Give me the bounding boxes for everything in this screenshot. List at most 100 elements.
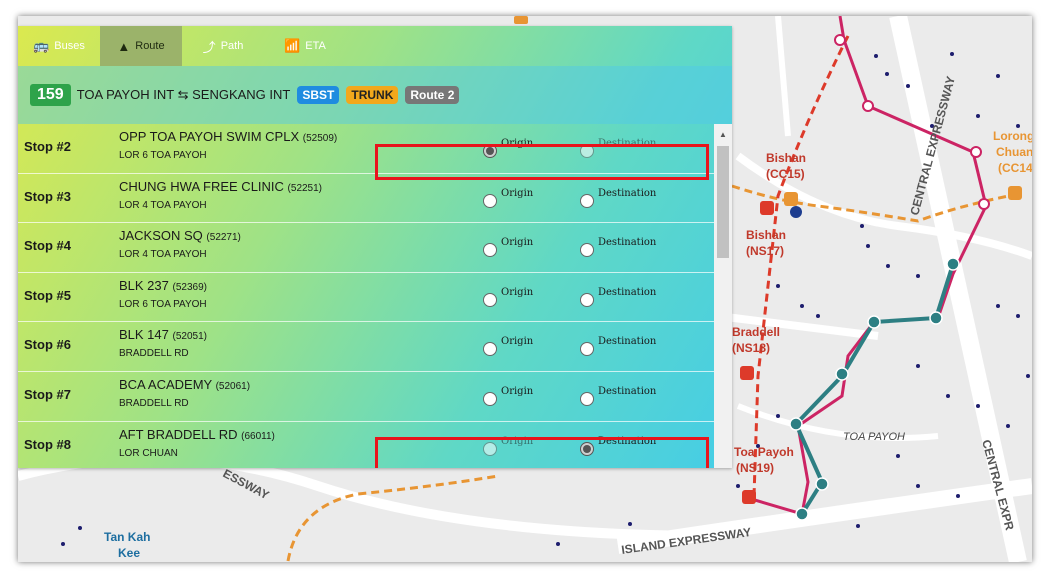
destination-radio[interactable] [580, 144, 594, 158]
origin-radio[interactable] [483, 441, 497, 456]
stop-code: (52051) [172, 331, 207, 343]
origin-label: Origin [501, 336, 534, 348]
stop-code: (52271) [206, 232, 241, 244]
destination-radio[interactable] [580, 391, 594, 406]
svg-text:Lorong: Lorong [993, 129, 1032, 143]
stop-row: Stop #7 BCA ACADEMY (52061) BRADDELL RD Ori… [18, 372, 714, 422]
destination-radio[interactable] [580, 292, 594, 307]
svg-text:Braddell: Braddell [732, 325, 780, 339]
origin-label: Origin [501, 286, 534, 298]
svg-text:Tan Kah: Tan Kah [104, 530, 150, 544]
destination-radio[interactable] [580, 243, 594, 258]
tab-eta[interactable]: 📶 ETA [264, 26, 346, 66]
svg-text:(CC14): (CC14) [998, 161, 1032, 175]
svg-text:(NS18): (NS18) [732, 341, 770, 355]
stop-code: (52061) [215, 380, 251, 392]
tab-path[interactable]: ⤴ Path [182, 26, 264, 66]
stop-road: BRADDELL RD [119, 397, 189, 409]
stop-name: CHUNG HWA FREE CLINIC (52251) [119, 179, 322, 194]
stop-name-text: OPP TOA PAYOH SWIM CPLX [119, 129, 300, 144]
svg-text:Chuan: Chuan [996, 145, 1032, 159]
stop-name-text: BLK 147 [119, 327, 169, 343]
stop-code: (52251) [287, 182, 323, 194]
destination-option[interactable]: Destination [580, 188, 656, 208]
destination-radio[interactable] [580, 441, 594, 456]
stop-number: Stop #2 [24, 139, 71, 154]
tab-label: Route [135, 40, 165, 52]
stop-number: Stop #4 [24, 238, 71, 254]
stop-name: OPP TOA PAYOH SWIM CPLX (52509) [119, 129, 337, 144]
svg-text:TOA PAYOH: TOA PAYOH [843, 431, 905, 443]
tab-route[interactable]: ▲ Route [100, 26, 182, 66]
road-icon: ▲ [117, 38, 131, 54]
service-number: 159 [30, 84, 71, 106]
signal-icon: 📶 [284, 38, 301, 53]
stop-name: BLK 147 (52051) [119, 327, 207, 342]
stop-name-text: BCA ACADEMY [119, 376, 212, 392]
scrollbar-thumb[interactable] [717, 146, 729, 258]
stop-code: (66011) [241, 430, 275, 442]
origin-label: Origin [501, 237, 534, 249]
origin-label: Origin [501, 187, 534, 199]
origin-radio[interactable] [483, 144, 497, 158]
destination-option[interactable]: Destination [580, 436, 656, 456]
direction-badge: Route 2 [405, 86, 460, 104]
origin-label: Origin [501, 138, 534, 149]
origin-option[interactable]: Origin [483, 386, 533, 406]
destination-label: Destination [598, 435, 657, 447]
svg-text:Bishan: Bishan [766, 151, 806, 165]
scrollbar[interactable]: ▲ [714, 124, 732, 468]
scroll-up-icon[interactable]: ▲ [719, 130, 727, 139]
stop-row: Stop #5 BLK 237 (52369) LOR 6 TOA PAYOH Ori… [18, 273, 714, 323]
svg-text:(NS17): (NS17) [746, 244, 784, 258]
origin-radio[interactable] [483, 292, 497, 307]
stop-name: BLK 237 (52369) [119, 278, 207, 293]
destination-label: Destination [598, 138, 657, 149]
origin-option[interactable]: Origin [483, 188, 533, 208]
stop-row: Stop #2 OPP TOA PAYOH SWIM CPLX (52509) LO… [18, 124, 714, 174]
destination-option[interactable]: Destination [580, 336, 657, 357]
origin-radio[interactable] [483, 391, 497, 406]
tab-bar: 🚌 Buses ▲ Route ⤴ Path 📶 ETA [18, 26, 732, 66]
destination-label: Destination [598, 385, 657, 397]
destination-option[interactable]: Destination [580, 386, 656, 406]
app-frame: Bishan (CC15) Bishan (NS17) Braddell (NS… [18, 16, 1032, 562]
stop-road: BRADDELL RD [119, 348, 189, 360]
stop-road: LOR 4 TOA PAYOH [119, 199, 207, 211]
origin-option[interactable]: Origin [483, 237, 534, 258]
origin-label: Origin [501, 435, 534, 447]
origin-label: Origin [501, 385, 534, 397]
stop-row: Stop #8 AFT BRADDELL RD (66011) LOR CHUAN O… [18, 422, 714, 468]
origin-option[interactable]: Origin [483, 436, 533, 456]
origin-radio[interactable] [483, 193, 497, 208]
stop-road: LOR 6 TOA PAYOH [119, 150, 207, 161]
origin-radio[interactable] [483, 342, 497, 357]
stop-road: LOR CHUAN [119, 447, 178, 459]
bus-icon: 🚌 [33, 38, 50, 53]
stop-number: Stop #7 [24, 386, 71, 402]
destination-label: Destination [598, 286, 657, 298]
stop-code: (52369) [172, 281, 207, 293]
stop-number: Stop #6 [24, 337, 71, 353]
stop-name: JACKSON SQ (52271) [119, 228, 241, 243]
tab-buses[interactable]: 🚌 Buses [18, 26, 100, 66]
stop-number: Stop #3 [24, 188, 71, 204]
stop-row: Stop #4 JACKSON SQ (52271) LOR 4 TOA PAYOH… [18, 223, 714, 273]
stop-name-text: BLK 237 [119, 277, 169, 293]
origin-option[interactable]: Origin [483, 287, 533, 307]
route-name: TOA PAYOH INT ⇆ SENGKANG INT [76, 87, 291, 102]
destination-option[interactable]: Destination [580, 237, 656, 258]
destination-option[interactable]: Destination [580, 138, 656, 158]
destination-label: Destination [598, 336, 657, 348]
destination-option[interactable]: Destination [580, 287, 656, 307]
destination-radio[interactable] [580, 342, 594, 357]
destination-label: Destination [598, 187, 657, 199]
origin-option[interactable]: Origin [483, 138, 533, 158]
origin-option[interactable]: Origin [483, 336, 534, 357]
destination-radio[interactable] [580, 193, 594, 208]
path-icon: ⤴ [202, 39, 216, 55]
svg-text:Bishan: Bishan [746, 228, 786, 242]
stop-name: AFT BRADDELL RD (66011) [119, 427, 275, 442]
origin-radio[interactable] [483, 243, 497, 258]
route-header: 159 TOA PAYOH INT ⇆ SENGKANG INT SBST TR… [18, 66, 732, 124]
